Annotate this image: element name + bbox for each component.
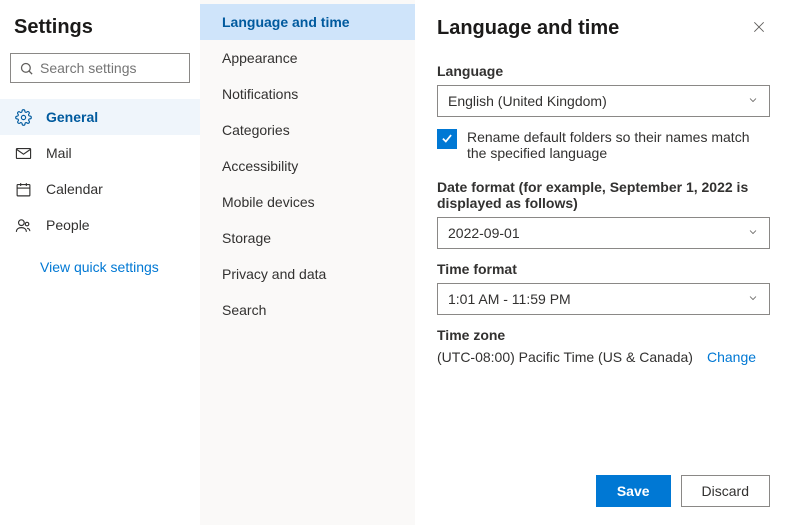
view-quick-settings[interactable]: View quick settings: [0, 243, 200, 291]
sub-language-and-time[interactable]: Language and time: [200, 4, 415, 40]
sub-storage[interactable]: Storage: [200, 220, 415, 256]
sub-appearance[interactable]: Appearance: [200, 40, 415, 76]
time-format-value: 1:01 AM - 11:59 PM: [448, 291, 571, 307]
nav-calendar[interactable]: Calendar: [0, 171, 200, 207]
chevron-down-icon: [747, 93, 759, 109]
close-button[interactable]: [748, 16, 770, 41]
nav-label: Calendar: [46, 181, 103, 197]
timezone-label: Time zone: [437, 327, 770, 343]
language-label: Language: [437, 63, 770, 79]
date-format-label: Date format (for example, September 1, 2…: [437, 179, 770, 211]
chevron-down-icon: [747, 225, 759, 241]
nav-general[interactable]: General: [0, 99, 200, 135]
panel-title: Language and time: [437, 17, 619, 40]
checkmark-icon: [440, 131, 454, 148]
nav-label: People: [46, 217, 90, 233]
search-icon: [19, 61, 34, 76]
search-settings[interactable]: [10, 53, 190, 83]
sub-privacy-and-data[interactable]: Privacy and data: [200, 256, 415, 292]
save-button[interactable]: Save: [596, 475, 671, 507]
nav-label: Mail: [46, 145, 72, 161]
sub-notifications[interactable]: Notifications: [200, 76, 415, 112]
nav-people[interactable]: People: [0, 207, 200, 243]
mail-icon: [14, 145, 32, 162]
rename-folders-text: Rename default folders so their names ma…: [467, 129, 770, 161]
language-select[interactable]: English (United Kingdom): [437, 85, 770, 117]
timezone-value: (UTC-08:00) Pacific Time (US & Canada): [437, 349, 693, 365]
sub-accessibility[interactable]: Accessibility: [200, 148, 415, 184]
discard-button[interactable]: Discard: [681, 475, 770, 507]
time-format-label: Time format: [437, 261, 770, 277]
rename-folders-checkbox[interactable]: [437, 129, 457, 149]
sub-categories[interactable]: Categories: [200, 112, 415, 148]
people-icon: [14, 217, 32, 234]
date-format-select[interactable]: 2022-09-01: [437, 217, 770, 249]
settings-title: Settings: [0, 16, 200, 53]
gear-icon: [14, 109, 32, 126]
search-input[interactable]: [40, 60, 221, 76]
nav-label: General: [46, 109, 98, 125]
calendar-icon: [14, 181, 32, 198]
date-format-value: 2022-09-01: [448, 225, 520, 241]
time-format-select[interactable]: 1:01 AM - 11:59 PM: [437, 283, 770, 315]
language-value: English (United Kingdom): [448, 93, 607, 109]
chevron-down-icon: [747, 291, 759, 307]
sub-mobile-devices[interactable]: Mobile devices: [200, 184, 415, 220]
change-timezone-link[interactable]: Change: [707, 349, 756, 365]
close-icon: [752, 21, 766, 37]
sub-search[interactable]: Search: [200, 292, 415, 328]
nav-mail[interactable]: Mail: [0, 135, 200, 171]
